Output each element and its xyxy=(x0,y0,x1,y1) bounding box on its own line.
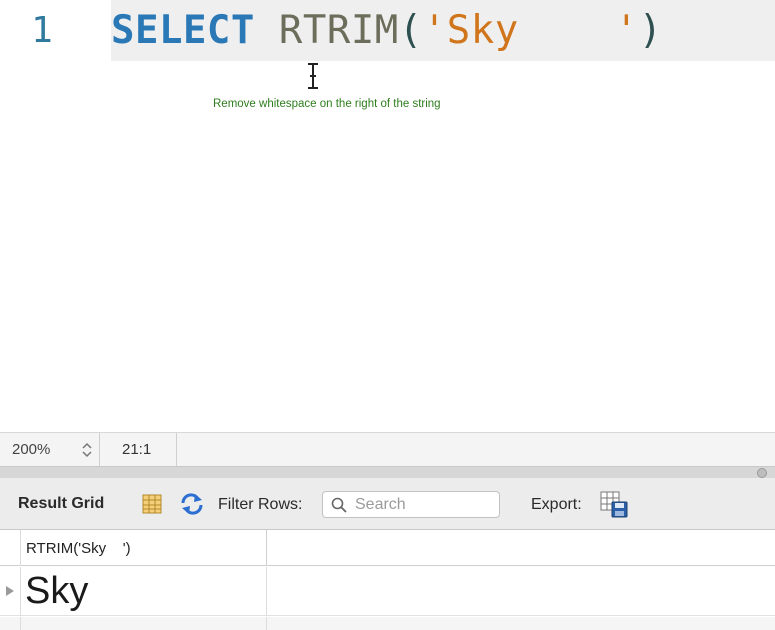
row-marker[interactable] xyxy=(0,567,21,616)
sql-keyword: SELECT xyxy=(111,8,255,53)
result-grid[interactable]: RTRIM('Sky ') Sky xyxy=(0,530,775,630)
grid-cell-value: Sky xyxy=(25,570,89,612)
empty-row xyxy=(0,617,775,630)
text-cursor-icon xyxy=(308,63,318,89)
refresh-icon[interactable] xyxy=(179,492,205,516)
splitter-handle[interactable] xyxy=(757,468,767,478)
sql-editor-window: 1 SELECT RTRIM('Sky ') Remove whitespace… xyxy=(0,0,775,630)
search-input[interactable] xyxy=(355,494,495,515)
sql-string: 'Sky ' xyxy=(422,8,639,53)
filter-search-box[interactable] xyxy=(322,491,500,518)
grid-layout-icon[interactable] xyxy=(141,493,163,515)
annotation-text: Remove whitespace on the right of the st… xyxy=(213,98,441,110)
sql-function: RTRIM xyxy=(278,8,399,53)
search-icon xyxy=(331,497,347,513)
table-row[interactable]: Sky xyxy=(0,567,775,616)
line-number: 1 xyxy=(31,10,53,51)
zoom-control[interactable]: 200% xyxy=(0,433,100,466)
row-pointer-icon xyxy=(6,586,14,596)
export-label: Export: xyxy=(531,496,582,513)
column-header[interactable]: RTRIM('Sky ') xyxy=(21,530,267,566)
result-toolbar: Result Grid Filter Rows: Export: xyxy=(0,478,775,530)
result-grid-tab[interactable]: Result Grid xyxy=(18,495,104,513)
column-header-label: RTRIM('Sky ') xyxy=(26,540,131,557)
panel-splitter[interactable] xyxy=(0,466,775,478)
empty-row-marker xyxy=(0,617,21,630)
row-marker-header xyxy=(0,530,21,566)
filter-rows-label: Filter Rows: xyxy=(218,496,303,513)
grid-header: RTRIM('Sky ') xyxy=(0,530,775,566)
close-paren: ) xyxy=(638,8,663,53)
query-editor[interactable]: 1 SELECT RTRIM('Sky ') Remove whitespace… xyxy=(0,0,775,432)
cursor-position-value: 21:1 xyxy=(122,441,152,458)
code-line[interactable]: SELECT RTRIM('Sky ') xyxy=(111,0,775,61)
export-icon[interactable] xyxy=(600,490,628,518)
grid-cell[interactable]: Sky xyxy=(21,567,267,616)
empty-row-cell xyxy=(21,617,267,630)
zoom-stepper-icon[interactable] xyxy=(80,440,94,460)
zoom-value: 200% xyxy=(12,441,51,458)
cursor-position: 21:1 xyxy=(100,433,177,466)
editor-status-bar: 200% 21:1 xyxy=(0,432,775,466)
open-paren: ( xyxy=(398,8,423,53)
